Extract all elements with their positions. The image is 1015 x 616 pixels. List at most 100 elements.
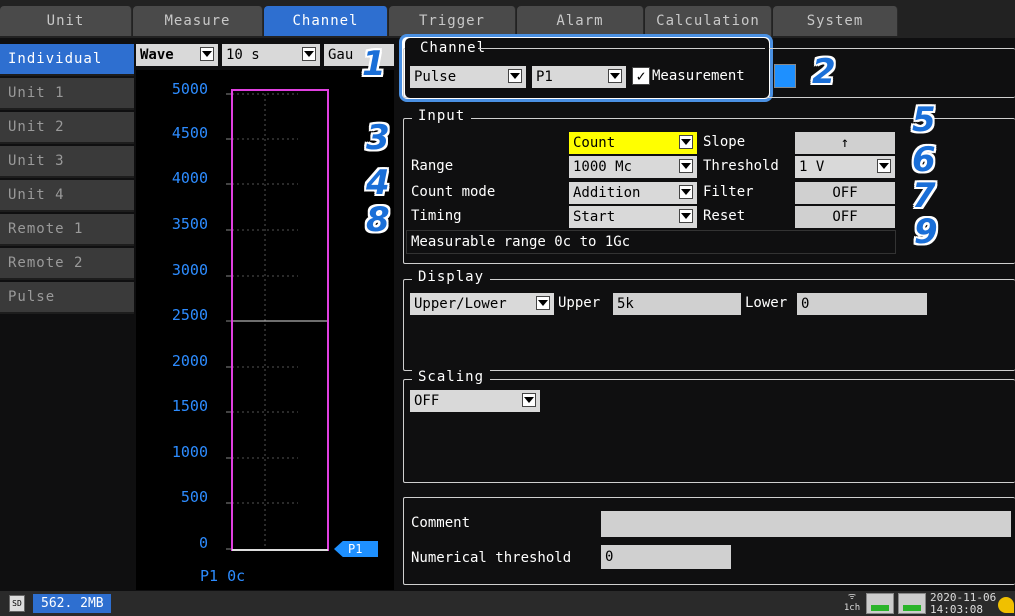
sidebar-item-unit-1[interactable]: Unit 1	[0, 78, 134, 110]
tab-calculation[interactable]: Calculation	[645, 6, 772, 36]
tab-alarm[interactable]: Alarm	[517, 6, 644, 36]
slope-field[interactable]: ↑	[795, 132, 895, 154]
measurable-range: Measurable range 0c to 1Gc	[411, 234, 631, 250]
callout-1: 1	[362, 44, 386, 84]
chevron-down-icon	[608, 69, 622, 83]
y-tick: 5000	[171, 80, 208, 98]
scaling-group-title: Scaling	[412, 369, 491, 385]
time-select[interactable]: 10 s	[222, 44, 320, 66]
divider	[478, 48, 765, 49]
clock-time: 14:03:08	[930, 603, 983, 616]
channel-color-swatch[interactable]	[774, 64, 796, 88]
y-tick: 2500	[171, 306, 208, 324]
callout-9: 9	[914, 212, 938, 252]
chevron-down-icon	[679, 135, 693, 149]
timing-value: Start	[573, 209, 616, 225]
input-type-value: Count	[573, 135, 616, 151]
reset-field[interactable]: OFF	[795, 206, 895, 228]
tab-unit[interactable]: Unit	[0, 6, 132, 36]
wireless-icon: ᯤ 1ch	[843, 592, 861, 613]
filter-field[interactable]: OFF	[795, 182, 895, 204]
display-mode-select[interactable]: Upper/Lower	[410, 293, 554, 315]
y-tick: 2000	[171, 352, 208, 370]
filter-label: Filter	[703, 184, 754, 200]
range-label: Range	[411, 158, 454, 174]
numerical-threshold-label: Numerical threshold	[411, 550, 572, 566]
measurement-label: Measurement	[652, 68, 745, 84]
y-tick: 0	[198, 534, 208, 552]
chevron-down-icon	[508, 69, 522, 83]
clock: 2020-11-06 14:03:08	[930, 592, 996, 616]
time-select-value: 10 s	[226, 47, 260, 63]
measurement-checkbox[interactable]: ✓	[632, 67, 650, 85]
gauge-graph: P1 P1 0c	[136, 70, 394, 590]
upper-label: Upper	[558, 295, 601, 311]
chevron-down-icon	[679, 185, 693, 199]
channel-type-select[interactable]: Pulse	[410, 66, 526, 88]
chevron-down-icon	[877, 159, 891, 173]
y-tick: 4500	[171, 124, 208, 142]
sidebar-item-unit-3[interactable]: Unit 3	[0, 146, 134, 178]
callout-5: 5	[912, 100, 936, 140]
callout-8: 8	[366, 200, 390, 240]
channel-number-select[interactable]: P1	[532, 66, 626, 88]
input-type-select[interactable]: Count	[569, 132, 697, 154]
tab-bar: Unit Measure Channel Trigger Alarm Calcu…	[0, 0, 1015, 38]
lower-label: Lower	[745, 295, 788, 311]
chevron-down-icon	[536, 296, 550, 310]
channel-type-value: Pulse	[414, 69, 457, 85]
sidebar-item-unit-2[interactable]: Unit 2	[0, 112, 134, 144]
timing-label: Timing	[411, 208, 462, 224]
view-select-value: Wave	[140, 47, 174, 63]
sidebar-item-remote-1[interactable]: Remote 1	[0, 214, 134, 246]
chevron-down-icon	[679, 159, 693, 173]
tab-trigger[interactable]: Trigger	[389, 6, 516, 36]
input-group-title: Input	[412, 108, 472, 124]
chevron-down-icon	[200, 47, 214, 61]
sidebar-item-remote-2[interactable]: Remote 2	[0, 248, 134, 280]
threshold-label: Threshold	[703, 158, 779, 174]
callout-7: 7	[912, 176, 936, 216]
numerical-threshold-field[interactable]: 0	[601, 545, 731, 569]
display-group-title: Display	[412, 269, 491, 285]
comment-field[interactable]	[601, 511, 1011, 537]
callout-2: 2	[812, 52, 836, 92]
chevron-down-icon	[522, 393, 536, 407]
range-value: 1000 Mc	[573, 159, 633, 175]
scaling-value: OFF	[414, 393, 440, 409]
sidebar-item-pulse[interactable]: Pulse	[0, 282, 134, 314]
wireless-unit-icon	[866, 593, 894, 614]
status-bar: SD 562. 2MB ᯤ 1ch 2020-11-06 14:03:08	[0, 591, 1015, 616]
tab-channel[interactable]: Channel	[264, 6, 388, 36]
count-mode-select[interactable]: Addition	[569, 182, 697, 204]
tab-measure[interactable]: Measure	[133, 6, 263, 36]
count-mode-value: Addition	[573, 185, 641, 201]
y-tick: 4000	[171, 169, 208, 187]
storage-remaining: 562. 2MB	[33, 594, 111, 613]
scaling-select[interactable]: OFF	[410, 390, 540, 412]
gauge-svg	[226, 89, 329, 551]
slope-label: Slope	[703, 134, 746, 150]
channel-count: 1ch	[843, 603, 861, 613]
chevron-down-icon	[302, 47, 316, 61]
view-select[interactable]: Wave	[136, 44, 218, 66]
display-mode-value: Upper/Lower	[414, 296, 507, 312]
wireless-unit-icon	[898, 593, 926, 614]
range-select[interactable]: 1000 Mc	[569, 156, 697, 178]
upper-field[interactable]: 5k	[613, 293, 741, 315]
y-tick: 3500	[171, 215, 208, 233]
lower-field[interactable]: 0	[797, 293, 927, 315]
channel-number-value: P1	[536, 69, 553, 85]
sidebar-item-individual[interactable]: Individual	[0, 44, 134, 76]
chevron-down-icon	[679, 209, 693, 223]
timing-select[interactable]: Start	[569, 206, 697, 228]
count-mode-label: Count mode	[411, 184, 496, 200]
y-tick: 1000	[171, 443, 208, 461]
callout-4: 4	[366, 163, 390, 203]
y-tick: 3000	[171, 261, 208, 279]
sidebar-item-unit-4[interactable]: Unit 4	[0, 180, 134, 212]
tab-system[interactable]: System	[773, 6, 898, 36]
callout-3: 3	[366, 118, 390, 158]
power-icon	[998, 597, 1014, 613]
threshold-select[interactable]: 1 V	[795, 156, 895, 178]
